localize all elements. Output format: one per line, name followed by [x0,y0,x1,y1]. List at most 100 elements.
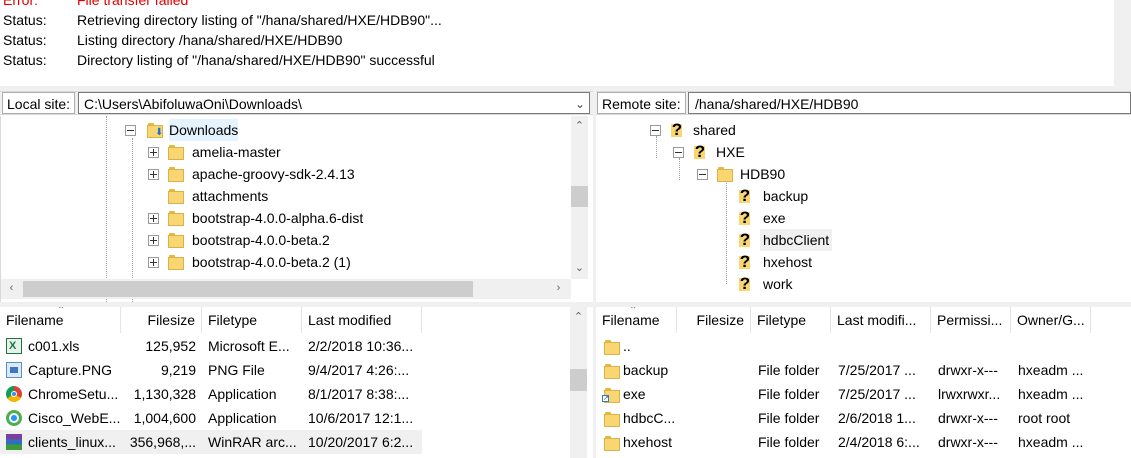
question-folder-icon: ? [739,274,751,293]
column-header-filetype[interactable]: Filetype [751,307,831,333]
table-row[interactable]: ↗ exe File folder 7/25/2017 ... lrwxrwxr… [596,382,1131,406]
file-type: File folder [758,410,820,426]
table-row[interactable]: Capture.PNG 9,219 PNG File 9/4/2017 4:26… [0,358,570,382]
table-row[interactable]: Cisco_WebE... 1,004,600 Application 10/6… [0,406,570,430]
scroll-right-icon[interactable]: › [550,280,567,297]
file-modified: 7/25/2017 ... [838,386,916,402]
file-modified: 10/20/2017 6:2... [308,434,414,450]
column-header-filetype[interactable]: Filetype [202,307,302,333]
folder-icon [604,435,620,451]
file-owner: hxeadm ... [1018,434,1084,450]
table-row[interactable]: hdbcC... File folder 2/6/2018 1... drwxr… [596,406,1131,430]
folder-icon [604,411,620,427]
collapse-icon[interactable] [673,147,684,158]
expand-icon[interactable] [148,147,159,158]
folder-icon [168,210,184,226]
file-permissions: drwxr-x--- [938,434,998,450]
local-tree-vscrollbar[interactable]: ⌃ ⌄ [571,116,588,279]
header-text: Filetype [208,312,258,328]
header-text: Last modifi... [837,312,917,328]
local-file-list: Filename ⌃ Filesize Filetype Last modifi… [0,307,593,458]
scroll-thumb[interactable] [570,369,587,391]
folder-icon [168,232,184,248]
log-scrollbar[interactable] [1114,0,1131,86]
file-name: .. [623,338,631,354]
table-row[interactable]: clients_linux... 356,968,... WinRAR arc.… [0,430,422,454]
collapse-icon[interactable] [697,169,708,180]
chrome-icon [6,386,22,402]
file-size: 1,130,328 [133,386,196,402]
column-header-filesize[interactable]: Filesize [677,307,751,333]
expand-icon[interactable] [148,213,159,224]
download-arrow-icon: ⬇ [155,127,164,138]
header-text: Filesize [696,312,744,328]
folder-icon [604,339,620,355]
local-tree-hscrollbar[interactable]: ‹ › [1,279,571,299]
log-text: Listing directory /hana/shared/HXE/HDB90 [77,32,343,48]
local-site-label: Local site: [2,92,76,114]
table-row[interactable]: .. [596,334,1131,358]
scroll-down-icon[interactable]: ⌄ [571,260,588,277]
message-log: Error: File transfer failed Status: Retr… [0,0,1131,86]
tree-label: Downloads [169,119,239,141]
table-row[interactable]: backup File folder 7/25/2017 ... drwxr-x… [596,358,1131,382]
file-type: PNG File [208,362,265,378]
remote-site-path-input[interactable]: /hana/shared/HXE/HDB90 [688,92,1131,114]
question-folder-icon: ? [739,252,751,271]
local-file-vscrollbar[interactable]: ⌃ [570,307,587,458]
scroll-up-icon[interactable]: ⌃ [570,309,587,326]
table-row[interactable]: hxehost File folder 2/4/2018 6:... drwxr… [596,430,1131,454]
question-folder-icon: ? [739,186,751,205]
tree-label: bootstrap-4.0.0-alpha.6-dist [192,210,364,226]
file-permissions: drwxr-x--- [938,410,998,426]
file-owner: hxeadm ... [1018,362,1084,378]
header-text: Last modified [308,312,392,328]
column-header-filename[interactable]: Filename ⌃ [596,307,677,333]
tree-label: hdbcClient [760,229,833,251]
chevron-down-icon[interactable]: ⌄ [575,93,585,113]
column-header-last-modified[interactable]: Last modified [302,307,422,333]
file-modified: 7/25/2017 ... [838,362,916,378]
log-text: File transfer failed [77,0,189,8]
expand-icon[interactable] [148,169,159,180]
tree-label: attachments [192,188,269,204]
expand-icon[interactable] [148,257,159,268]
folder-icon [168,144,184,160]
remote-site-path-text: /hana/shared/HXE/HDB90 [695,96,859,112]
expand-icon[interactable] [148,235,159,246]
file-modified: 2/4/2018 6:... [838,434,920,450]
question-folder-icon: ? [739,230,751,249]
file-type: File folder [758,386,820,402]
header-text: Owner/G... [1017,312,1085,328]
column-header-filesize[interactable]: Filesize [121,307,202,333]
file-modified: 10/6/2017 12:1... [308,410,414,426]
column-header-filename[interactable]: Filename ⌃ [0,307,121,333]
header-text: Filetype [757,312,807,328]
local-site-path-input[interactable]: C:\Users\AbifoluwaOni\Downloads\ ⌄ [78,92,590,114]
scroll-thumb[interactable] [571,186,588,207]
file-name: exe [623,386,646,402]
tree-label: apache-groovy-sdk-2.4.13 [192,166,355,182]
file-permissions: drwxr-x--- [938,362,998,378]
column-header-last-modified[interactable]: Last modifi... [831,307,931,333]
file-name: clients_linux... [28,434,116,450]
local-site-bar: Local site: C:\Users\AbifoluwaOni\Downlo… [0,91,593,115]
scroll-up-icon[interactable]: ⌃ [571,118,588,135]
header-text: Permissi... [937,312,1003,328]
table-row[interactable]: X c001.xls 125,952 Microsoft E... 2/2/20… [0,334,570,358]
tree-label: exe [763,210,786,226]
scroll-thumb[interactable] [23,281,473,297]
scroll-left-icon[interactable]: ‹ [3,280,20,297]
table-row[interactable]: ChromeSetu... 1,130,328 Application 8/1/… [0,382,570,406]
column-header-owner-group[interactable]: Owner/G... [1011,307,1091,333]
tree-label: HDB90 [740,166,786,182]
header-text: Filename [6,312,64,328]
tree-label: HXE [716,144,745,160]
file-owner: root root [1018,410,1071,426]
collapse-icon[interactable] [650,125,661,136]
tree-label: bootstrap-4.0.0-beta.2 [192,232,330,248]
collapse-icon[interactable] [125,125,136,136]
shortcut-arrow-icon: ↗ [602,395,609,402]
tree-label: hxehost [763,254,813,270]
column-header-permissions[interactable]: Permissi... [931,307,1011,333]
